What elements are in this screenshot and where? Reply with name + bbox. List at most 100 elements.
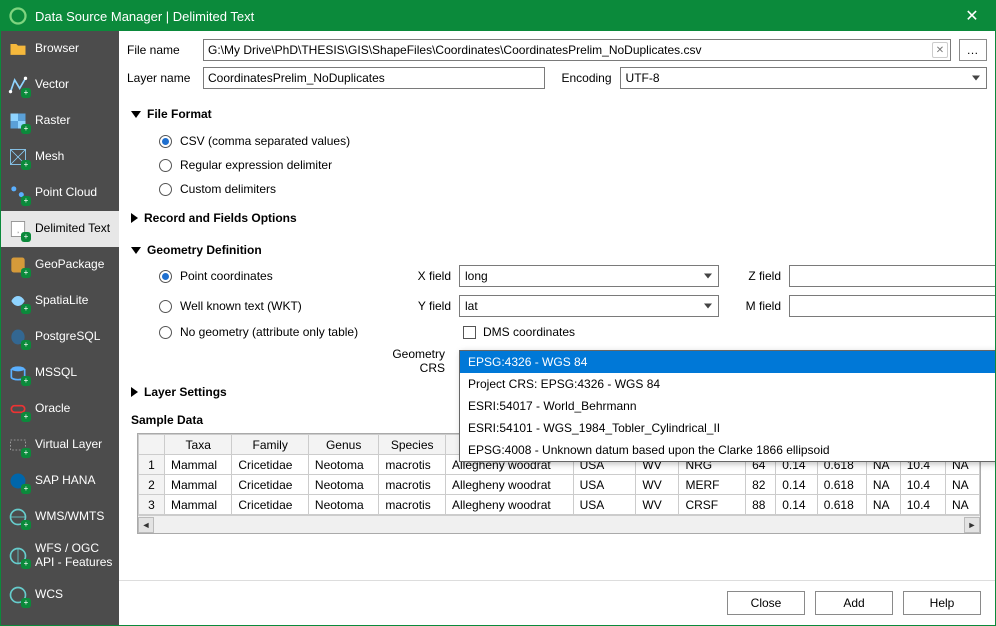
help-button[interactable]: Help [903, 591, 981, 615]
sidebar-item-geopackage[interactable]: +GeoPackage [1, 247, 119, 283]
point-coords-radio[interactable]: Point coordinates [159, 269, 379, 283]
table-header[interactable]: Family [232, 435, 309, 455]
raster-icon: + [7, 110, 29, 132]
table-cell: macrotis [379, 495, 446, 515]
sidebar-item-label: PostgreSQL [35, 330, 113, 344]
sidebar-item-wfs-ogc-api-features[interactable]: +WFS / OGC API - Features [1, 535, 119, 577]
sidebar-item-sap-hana[interactable]: +SAP HANA [1, 463, 119, 499]
sidebar-item-label: Virtual Layer [35, 438, 113, 452]
row-number: 2 [139, 475, 165, 495]
sidebar: Browser+Vector+Raster+Mesh+Point Cloud,+… [1, 31, 119, 625]
table-cell: CRSF [679, 495, 746, 515]
table-cell: macrotis [379, 455, 446, 475]
chevron-right-icon [131, 387, 138, 397]
z-field-select[interactable] [789, 265, 995, 287]
sidebar-item-label: WCS [35, 588, 113, 602]
add-badge-icon: + [21, 598, 31, 608]
csv-radio[interactable]: CSV (comma separated values) [143, 129, 987, 153]
sidebar-item-delimited-text[interactable]: ,+Delimited Text [1, 211, 119, 247]
crs-option[interactable]: Project CRS: EPSG:4326 - WGS 84 [460, 373, 995, 395]
table-cell: 82 [746, 475, 776, 495]
sidebar-item-label: WMS/WMTS [35, 510, 113, 524]
row-number: 3 [139, 495, 165, 515]
table-cell: 10.4 [900, 495, 945, 515]
z-field-label: Z field [719, 269, 789, 283]
sidebar-item-label: Raster [35, 114, 113, 128]
svg-text:,: , [17, 227, 19, 234]
table-cell: Neotoma [308, 475, 378, 495]
table-cell: macrotis [379, 475, 446, 495]
sidebar-item-mssql[interactable]: +MSSQL [1, 355, 119, 391]
table-cell: 0.618 [817, 495, 866, 515]
browse-file-button[interactable]: … [959, 39, 987, 61]
add-badge-icon: + [21, 412, 31, 422]
x-field-select[interactable]: long [459, 265, 719, 287]
encoding-label: Encoding [561, 71, 611, 85]
mssql-icon: + [7, 362, 29, 384]
crs-option[interactable]: ESRI:54101 - WGS_1984_Tobler_Cylindrical… [460, 417, 995, 439]
sidebar-item-mesh[interactable]: +Mesh [1, 139, 119, 175]
csv-icon: ,+ [7, 218, 29, 240]
sidebar-item-browser[interactable]: Browser [1, 31, 119, 67]
crs-option[interactable]: EPSG:4326 - WGS 84 [460, 351, 995, 373]
no-geometry-radio[interactable]: No geometry (attribute only table) [159, 325, 379, 339]
table-cell: Cricetidae [232, 475, 309, 495]
section-geometry[interactable]: Geometry Definition [131, 233, 987, 265]
add-badge-icon: + [21, 304, 31, 314]
add-button[interactable]: Add [815, 591, 893, 615]
window-title: Data Source Manager | Delimited Text [35, 9, 949, 24]
sidebar-item-label: SpatiaLite [35, 294, 113, 308]
table-cell: NA [946, 475, 980, 495]
table-cell: 0.618 [817, 475, 866, 495]
horizontal-scrollbar[interactable]: ◄ ► [138, 515, 980, 533]
table-cell: Allegheny woodrat [446, 495, 574, 515]
encoding-select[interactable]: UTF-8 [620, 67, 987, 89]
m-field-label: M field [719, 299, 789, 313]
chevron-down-icon [131, 247, 141, 254]
sidebar-item-wms-wmts[interactable]: +WMS/WMTS [1, 499, 119, 535]
sidebar-item-virtual-layer[interactable]: + Virtual Layer [1, 427, 119, 463]
crs-option[interactable]: ESRI:54017 - World_Behrmann [460, 395, 995, 417]
table-cell: USA [573, 475, 636, 495]
title-bar: Data Source Manager | Delimited Text ✕ [1, 1, 995, 31]
add-badge-icon: + [21, 448, 31, 458]
custom-delimiters-radio[interactable]: Custom delimiters [143, 177, 987, 201]
close-button[interactable]: Close [727, 591, 805, 615]
virtual-icon: + [7, 434, 29, 456]
crs-option[interactable]: EPSG:4008 - Unknown datum based upon the… [460, 439, 995, 461]
layer-name-input[interactable] [203, 67, 545, 89]
add-badge-icon: + [21, 376, 31, 386]
add-badge-icon: + [21, 124, 31, 134]
table-header[interactable]: Taxa [165, 435, 232, 455]
scroll-left-icon[interactable]: ◄ [138, 517, 154, 533]
regex-radio[interactable]: Regular expression delimiter [143, 153, 987, 177]
table-header[interactable]: Genus [308, 435, 378, 455]
y-field-select[interactable]: lat [459, 295, 719, 317]
sidebar-item-wcs[interactable]: + WCS [1, 577, 119, 613]
table-cell: Mammal [165, 475, 232, 495]
window-close-button[interactable]: ✕ [949, 1, 995, 31]
m-field-select[interactable] [789, 295, 995, 317]
point-icon: + [7, 182, 29, 204]
scroll-right-icon[interactable]: ► [964, 517, 980, 533]
wkt-radio[interactable]: Well known text (WKT) [159, 299, 379, 313]
table-header[interactable]: Species [379, 435, 446, 455]
table-cell: USA [573, 495, 636, 515]
dms-checkbox[interactable] [463, 326, 476, 339]
geopackage-icon: + [7, 254, 29, 276]
sidebar-item-oracle[interactable]: + Oracle [1, 391, 119, 427]
section-record-fields[interactable]: Record and Fields Options [131, 201, 987, 233]
file-name-input[interactable] [203, 39, 951, 61]
clear-filename-icon[interactable]: ✕ [932, 42, 948, 58]
sidebar-item-postgresql[interactable]: +PostgreSQL [1, 319, 119, 355]
radio-icon [159, 300, 172, 313]
table-row[interactable]: 3MammalCricetidaeNeotomamacrotisAlleghen… [139, 495, 980, 515]
table-cell: WV [636, 495, 679, 515]
sidebar-item-vector[interactable]: +Vector [1, 67, 119, 103]
sidebar-item-label: Oracle [35, 402, 113, 416]
sidebar-item-point-cloud[interactable]: +Point Cloud [1, 175, 119, 211]
section-file-format[interactable]: File Format [131, 97, 987, 129]
sidebar-item-raster[interactable]: + Raster [1, 103, 119, 139]
table-row[interactable]: 2MammalCricetidaeNeotomamacrotisAlleghen… [139, 475, 980, 495]
sidebar-item-spatialite[interactable]: + SpatiaLite [1, 283, 119, 319]
